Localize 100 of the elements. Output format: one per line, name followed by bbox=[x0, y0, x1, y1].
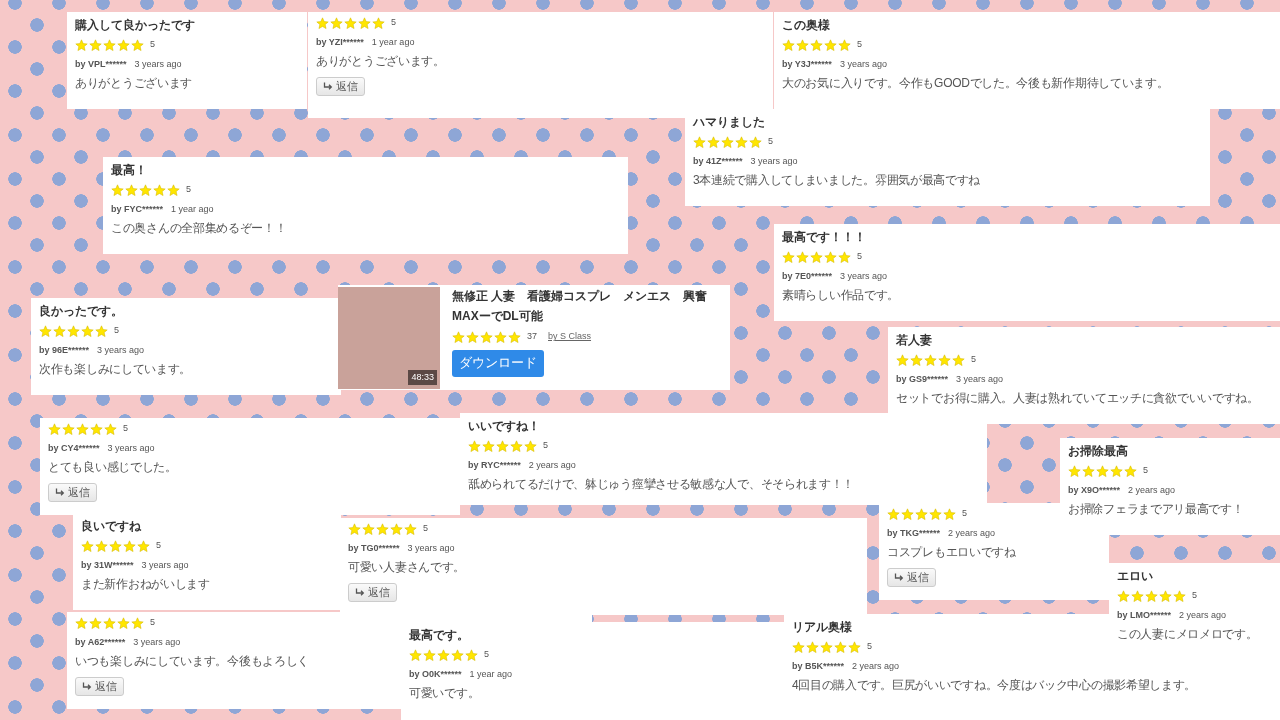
star-icon bbox=[480, 330, 493, 344]
star-icon bbox=[81, 324, 94, 338]
star-icon bbox=[89, 38, 102, 52]
rating-count: 5 bbox=[867, 640, 872, 654]
review-title: 若人妻 bbox=[896, 333, 932, 348]
star-icon bbox=[1131, 589, 1144, 603]
review-comment: 大のお気に入りです。今作もGOODでした。今後も新作期待しています。 bbox=[782, 76, 1169, 91]
star-icon bbox=[796, 250, 809, 264]
star-icon bbox=[409, 648, 422, 662]
review-title: 購入して良かったです bbox=[75, 18, 195, 33]
download-button[interactable]: ダウンロード bbox=[452, 350, 544, 377]
review-comment: お掃除フェラまでアリ最高です！ bbox=[1068, 502, 1244, 517]
star-icon bbox=[348, 522, 361, 536]
review-time: 3 years ago bbox=[839, 58, 887, 71]
star-icon bbox=[938, 353, 951, 367]
review-comment: とても良い感じでした。 bbox=[48, 460, 177, 475]
star-icon bbox=[510, 439, 523, 453]
reviewer-name: by 7E0****** bbox=[782, 270, 833, 283]
star-icon bbox=[824, 250, 837, 264]
reviewer-name: by Y3J****** bbox=[782, 58, 832, 71]
star-icon bbox=[910, 353, 923, 367]
reply-button[interactable]: 返信 bbox=[316, 77, 365, 96]
star-icon bbox=[496, 439, 509, 453]
star-icon bbox=[1110, 464, 1123, 478]
review-title: 最高！ bbox=[111, 163, 147, 178]
review-title: 最高です！！！ bbox=[782, 230, 866, 245]
review-comment: 素晴らしい作品です。 bbox=[782, 288, 899, 303]
review-time: 3 years ago bbox=[956, 373, 1004, 386]
reviewer-name: by LMO****** bbox=[1117, 609, 1171, 622]
review-title: いいですね！ bbox=[468, 419, 540, 434]
star-icon bbox=[834, 640, 847, 654]
review-time: 3 years ago bbox=[750, 155, 798, 168]
star-icon bbox=[782, 38, 795, 52]
review-time: 2 years ago bbox=[1179, 609, 1227, 622]
review-title: この奥様 bbox=[782, 18, 830, 33]
star-icon bbox=[1117, 589, 1130, 603]
reviewer-name: by YZI****** bbox=[316, 36, 364, 49]
star-icon bbox=[943, 507, 956, 521]
review-time: 1 year ago bbox=[371, 36, 415, 49]
star-icon bbox=[358, 16, 371, 30]
rating-count: 5 bbox=[123, 422, 128, 436]
reply-button[interactable]: 返信 bbox=[348, 583, 397, 602]
review-comment: いつも楽しみにしています。今後もよろしく bbox=[75, 654, 309, 669]
star-icon bbox=[117, 38, 130, 52]
review-title: ハマりました bbox=[693, 115, 765, 130]
reply-button[interactable]: 返信 bbox=[75, 677, 124, 696]
reply-button[interactable]: 返信 bbox=[887, 568, 936, 587]
review-time: 2 years ago bbox=[528, 459, 576, 472]
star-icon bbox=[1096, 464, 1109, 478]
star-icon bbox=[139, 183, 152, 197]
reviewer-name: by FYC****** bbox=[111, 203, 164, 216]
star-icon bbox=[39, 324, 52, 338]
rating-count: 5 bbox=[971, 353, 976, 367]
star-icon bbox=[1159, 589, 1172, 603]
rating-count: 5 bbox=[423, 522, 428, 536]
reviewer-name: by TG0****** bbox=[348, 542, 400, 555]
star-icon bbox=[693, 135, 706, 149]
star-icon bbox=[390, 522, 403, 536]
duration-badge: 48:33 bbox=[408, 369, 437, 385]
review-title: 最高です。 bbox=[409, 628, 469, 643]
rating-count: 5 bbox=[1192, 589, 1197, 603]
review-time: 3 years ago bbox=[141, 559, 189, 572]
star-icon bbox=[468, 439, 481, 453]
rating-count: 5 bbox=[114, 324, 119, 338]
reply-arrow-icon bbox=[323, 82, 333, 91]
star-icon bbox=[123, 539, 136, 553]
star-icon bbox=[792, 640, 805, 654]
star-icon bbox=[721, 135, 734, 149]
star-icon bbox=[482, 439, 495, 453]
star-icon bbox=[749, 135, 762, 149]
star-icon bbox=[109, 539, 122, 553]
review-time: 1 year ago bbox=[469, 668, 513, 681]
reviewer-name: by A62****** bbox=[75, 636, 126, 649]
review-time: 3 years ago bbox=[107, 442, 155, 455]
star-icon bbox=[75, 38, 88, 52]
rating-count: 5 bbox=[150, 616, 155, 630]
star-icon bbox=[404, 522, 417, 536]
star-icon bbox=[838, 250, 851, 264]
rating-count: 5 bbox=[857, 38, 862, 52]
star-icon bbox=[104, 422, 117, 436]
rating-count: 5 bbox=[391, 16, 396, 30]
review-comment: 可愛い人妻さんです。 bbox=[348, 560, 465, 575]
star-icon bbox=[952, 353, 965, 367]
star-icon bbox=[111, 183, 124, 197]
star-icon bbox=[103, 38, 116, 52]
review-title: リアル奥様 bbox=[792, 620, 852, 635]
review-comment: 4回目の購入です。巨尻がいいですね。今度はバック中心の撮影希望します。 bbox=[792, 678, 1197, 693]
star-icon bbox=[137, 539, 150, 553]
review-time: 3 years ago bbox=[407, 542, 455, 555]
star-icon bbox=[451, 648, 464, 662]
star-icon bbox=[62, 422, 75, 436]
star-icon bbox=[90, 422, 103, 436]
star-icon bbox=[782, 250, 795, 264]
star-icon bbox=[896, 353, 909, 367]
reply-button[interactable]: 返信 bbox=[48, 483, 97, 502]
reviewer-name: by VPL****** bbox=[75, 58, 127, 71]
star-icon bbox=[707, 135, 720, 149]
seller-link[interactable]: by S Class bbox=[548, 330, 592, 344]
star-icon bbox=[372, 16, 385, 30]
star-icon bbox=[75, 616, 88, 630]
